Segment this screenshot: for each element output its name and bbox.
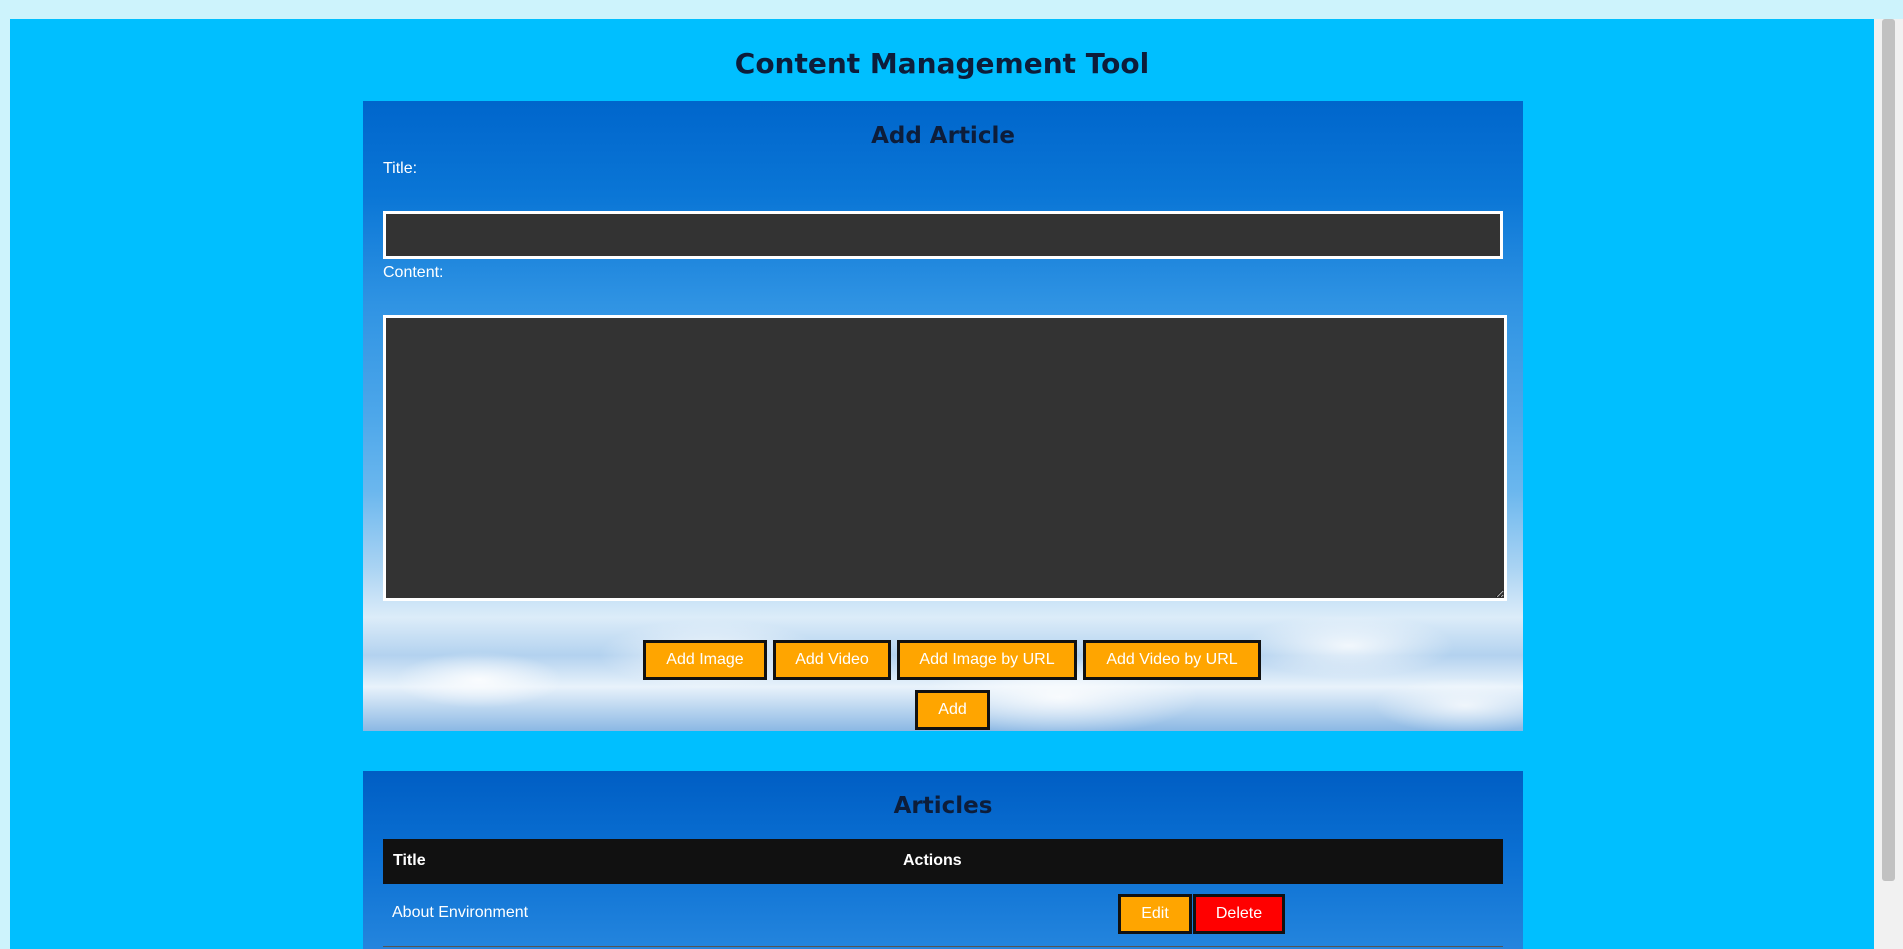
add-article-button[interactable]: Add	[915, 690, 990, 730]
articles-table-header: Title Actions	[383, 839, 1503, 884]
edit-button[interactable]: Edit	[1118, 894, 1192, 934]
title-label: Title:	[383, 160, 418, 177]
add-video-by-url-button[interactable]: Add Video by URL	[1083, 640, 1261, 680]
add-article-panel: Add Article Title: Content: Add Image Ad…	[363, 101, 1523, 731]
content-textarea[interactable]	[383, 315, 1507, 601]
table-row: About Environment Edit Delete	[383, 884, 1503, 947]
article-title-cell: About Environment	[392, 904, 529, 921]
page-viewport: Content Management Tool Add Article Titl…	[10, 19, 1874, 949]
add-video-button[interactable]: Add Video	[773, 640, 891, 680]
add-image-button[interactable]: Add Image	[643, 640, 767, 680]
vertical-scrollbar[interactable]	[1874, 19, 1903, 949]
column-header-title: Title	[393, 852, 426, 869]
column-header-actions: Actions	[903, 852, 962, 869]
add-article-heading: Add Article	[871, 123, 1015, 149]
articles-heading: Articles	[893, 793, 993, 819]
add-image-by-url-button[interactable]: Add Image by URL	[897, 640, 1077, 680]
delete-button[interactable]: Delete	[1193, 894, 1285, 934]
title-input[interactable]	[383, 211, 1503, 259]
articles-panel: Articles Title Actions About Environment…	[363, 771, 1523, 949]
scrollbar-thumb[interactable]	[1882, 19, 1895, 881]
page-title: Content Management Tool	[734, 47, 1150, 80]
content-label: Content:	[383, 264, 444, 281]
